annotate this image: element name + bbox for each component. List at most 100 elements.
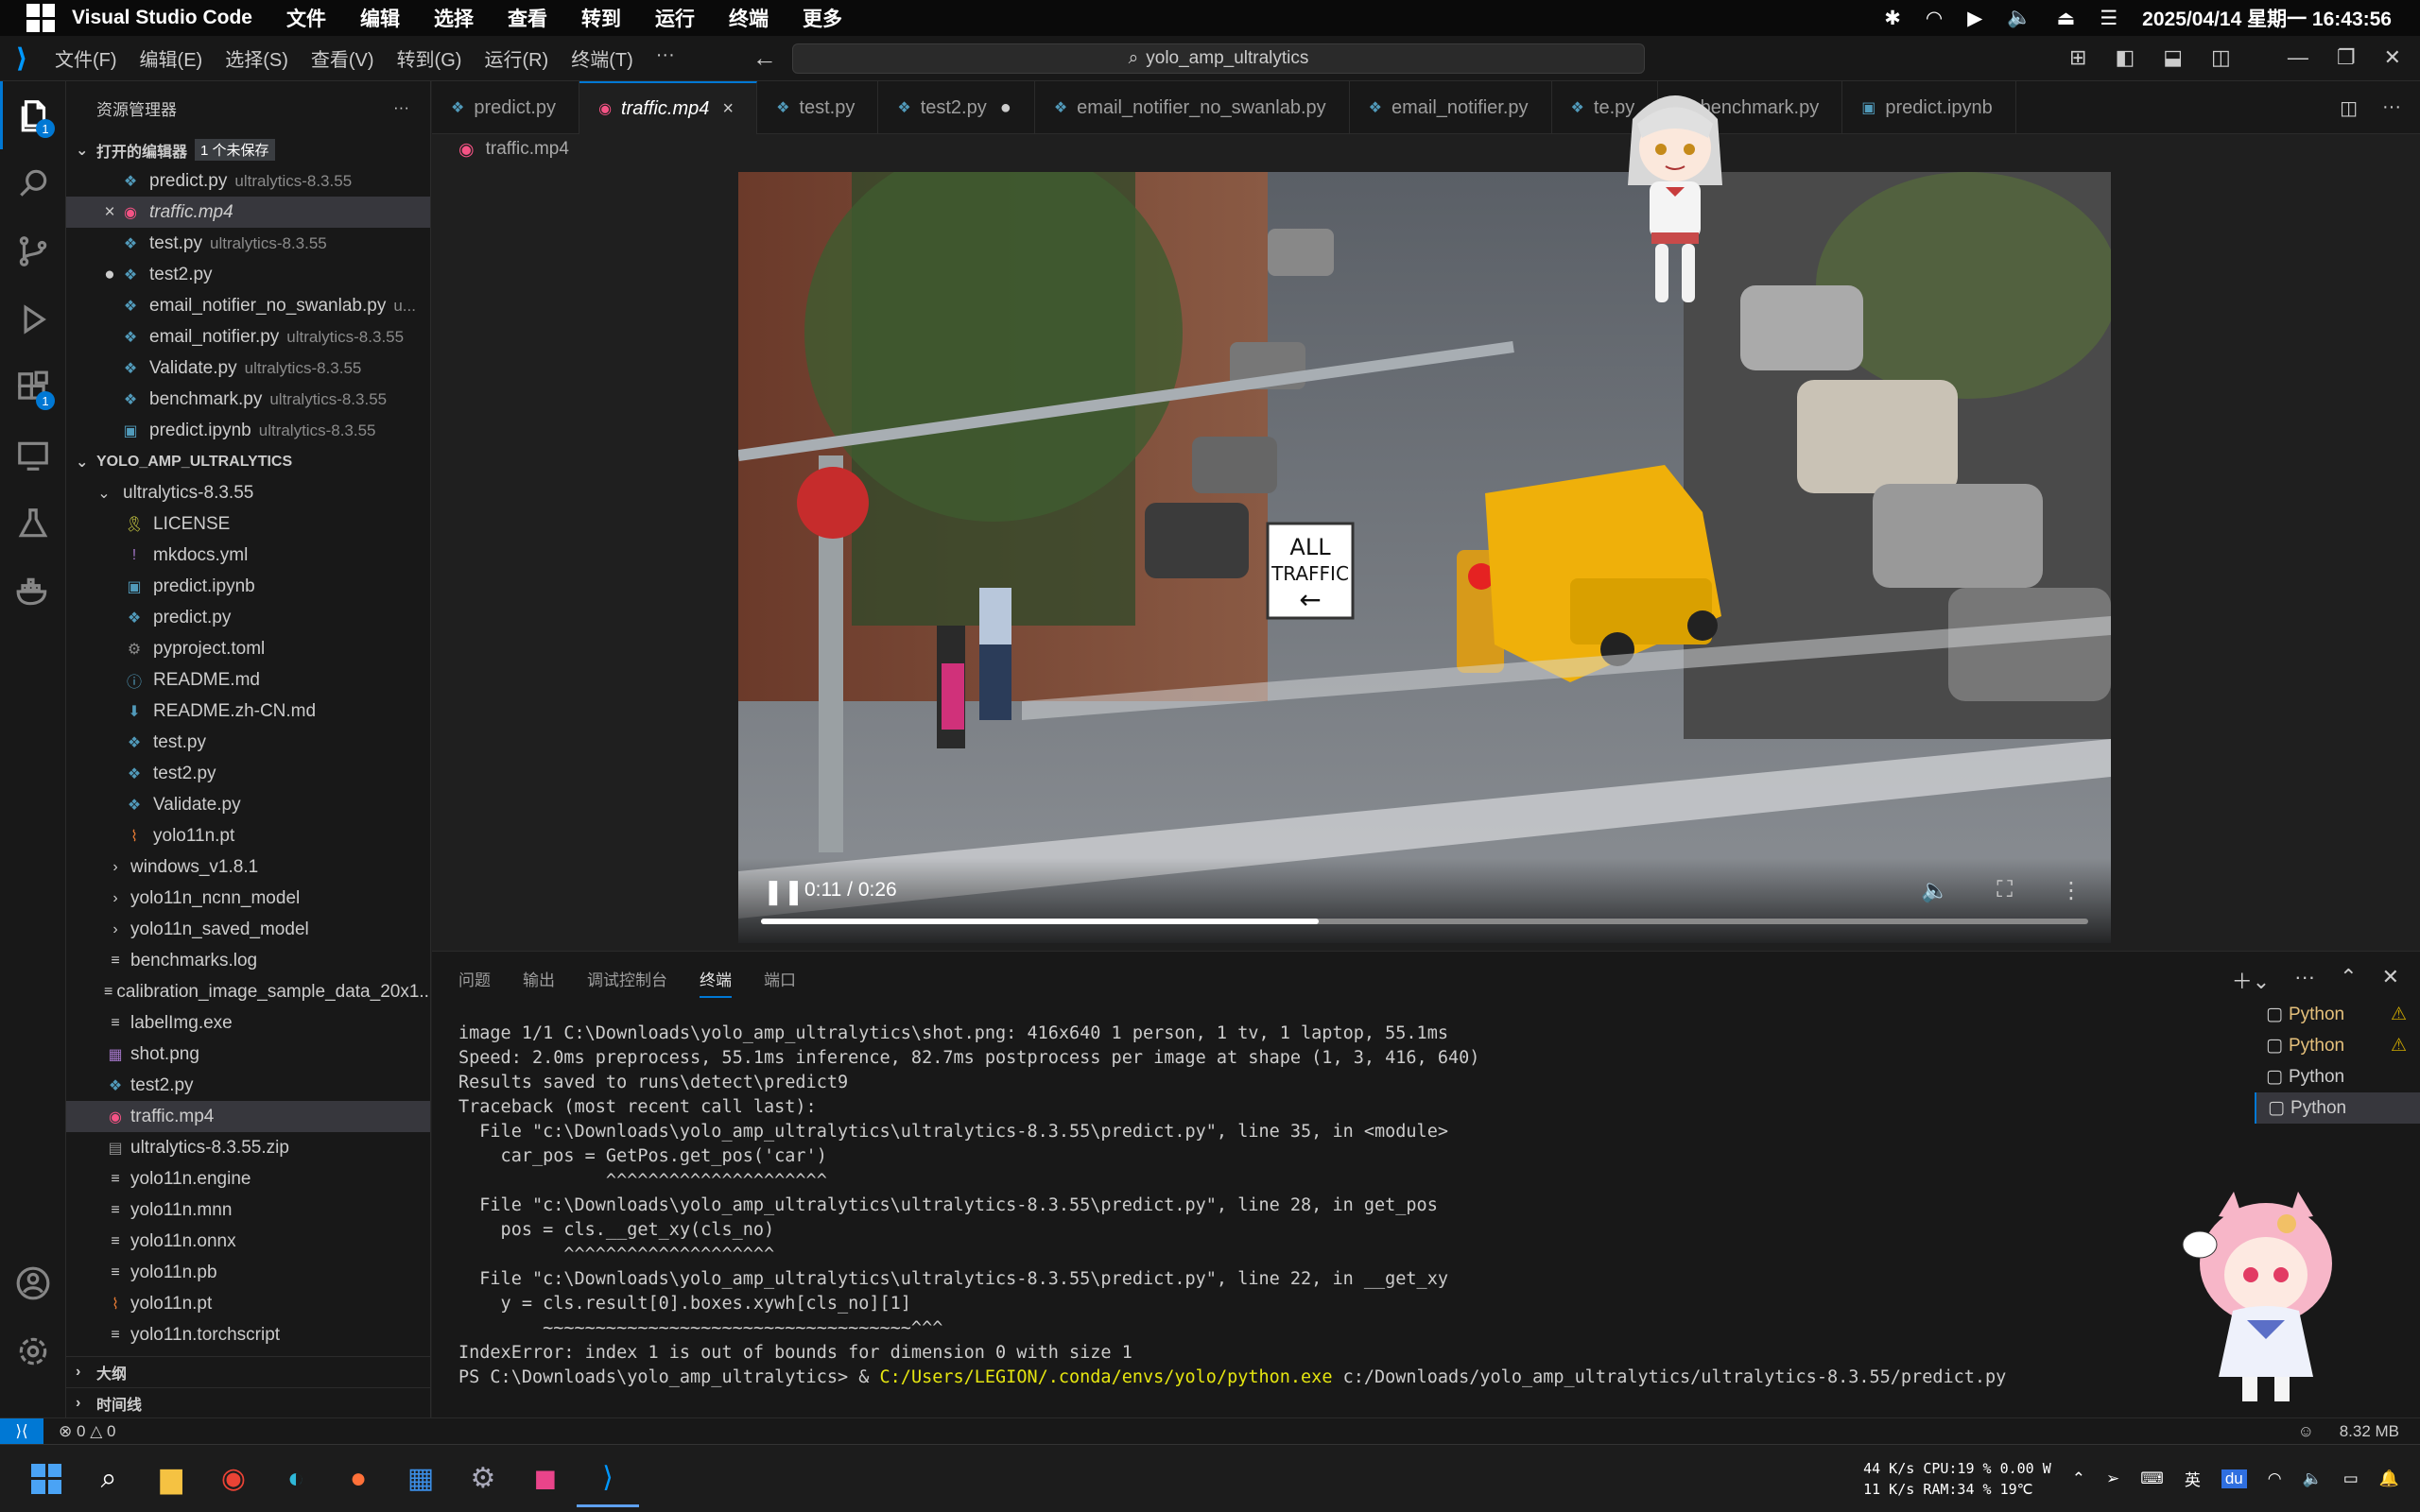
file-item[interactable]: ≡ yolo11n.onnx — [66, 1226, 430, 1257]
bluetooth-icon[interactable]: ✱ — [1884, 7, 1901, 30]
terminal-output[interactable]: image 1/1 C:\Downloads\yolo_amp_ultralyt… — [458, 1022, 2255, 1390]
menu-item[interactable]: 运行(R) — [484, 44, 548, 72]
back-arrow-icon[interactable]: ← — [752, 43, 777, 73]
open-editors-header[interactable]: ⌄ 打开的编辑器 1 个未保存 — [66, 134, 430, 165]
video-player[interactable]: ALL TRAFFIC ← ❚❚ 0:11 / 0:26 🔈 ⛶ ⋮ — [738, 172, 2111, 943]
file-item[interactable]: ⓘ README.md — [66, 664, 430, 696]
terminal-prompt[interactable]: PS C:\Downloads\yolo_amp_ultralytics> & … — [458, 1366, 2255, 1390]
ime-icon[interactable]: 英 — [2185, 1467, 2201, 1490]
file-item[interactable]: 🎗 LICENSE — [66, 508, 430, 540]
minimize-icon[interactable]: — — [2288, 45, 2308, 70]
restore-icon[interactable]: ❐ — [2337, 45, 2356, 70]
file-item[interactable]: ▣ predict.ipynb — [66, 571, 430, 602]
explorer-activity[interactable]: 1 — [0, 81, 66, 149]
datetime[interactable]: 2025/04/14 星期一 16:43:56 — [2142, 4, 2392, 32]
settings-icon[interactable]: ⚙ — [452, 1451, 514, 1507]
battery-icon[interactable]: ▭ — [2343, 1469, 2359, 1488]
open-editor-item[interactable]: ❖ predict.py ultralytics-8.3.55 — [66, 165, 430, 197]
file-explorer-icon[interactable]: ▆ — [140, 1451, 202, 1507]
copilot-icon[interactable]: ☺ — [2298, 1422, 2314, 1440]
command-center-search[interactable]: ⌕ yolo_amp_ultralytics — [792, 43, 1645, 74]
menu-item[interactable]: 文件(F) — [55, 44, 117, 72]
file-item[interactable]: ❖ Validate.py — [66, 789, 430, 820]
toggle-icon[interactable]: ☰ — [2100, 7, 2118, 30]
media-play-icon[interactable]: ▶ — [1967, 7, 1982, 30]
jetbrains-icon[interactable]: ◼ — [514, 1451, 577, 1507]
source-control-activity[interactable] — [0, 217, 66, 285]
accounts-activity[interactable] — [0, 1249, 66, 1317]
close-icon[interactable]: × — [722, 98, 734, 120]
workspace-header[interactable]: ⌄ YOLO_AMP_ULTRALYTICS — [66, 446, 430, 477]
edge-icon[interactable]: ◐ — [265, 1451, 327, 1507]
close-icon[interactable]: × — [100, 202, 119, 223]
file-item[interactable]: ≡ calibration_image_sample_data_20x1... — [66, 976, 430, 1007]
open-editor-item[interactable]: ❖ email_notifier_no_swanlab.py u... — [66, 290, 430, 321]
panel-more-icon[interactable]: ··· — [2294, 965, 2315, 995]
panel-tab[interactable]: 输出 — [523, 967, 555, 990]
editor-tab[interactable]: ❖ test2.py ● — [878, 81, 1035, 134]
start-button[interactable] — [15, 1451, 78, 1507]
editor-tab[interactable]: ❖ email_notifier_no_swanlab.py — [1035, 81, 1350, 134]
volume-icon[interactable]: 🔈 — [1921, 877, 1949, 904]
file-item[interactable]: ≡ yolo11n.mnn — [66, 1194, 430, 1226]
file-item[interactable]: ≡ yolo11n.pb — [66, 1257, 430, 1288]
folder-item[interactable]: › yolo11n_ncnn_model — [66, 883, 430, 914]
menu-item[interactable]: ··· — [656, 44, 675, 72]
outline-header[interactable]: › 大纲 — [66, 1356, 430, 1387]
editor-tab[interactable]: ❖ test.py — [757, 81, 879, 134]
menu-item[interactable]: 编辑(E) — [140, 44, 203, 72]
customize-layout-icon[interactable]: ⊞ — [2069, 45, 2086, 70]
editor-tab[interactable]: ❖ predict.py — [432, 81, 580, 134]
file-item[interactable]: ⚙ pyproject.toml — [66, 633, 430, 664]
taskbar-search-icon[interactable]: ⌕ — [78, 1451, 140, 1507]
file-item[interactable]: ❖ test.py — [66, 727, 430, 758]
editor-tab[interactable]: ▣ predict.ipynb — [1842, 81, 2016, 134]
maximize-panel-icon[interactable]: ⌃ — [2340, 965, 2357, 995]
timeline-header[interactable]: › 时间线 — [66, 1387, 430, 1418]
panel-tab[interactable]: 终端 — [700, 967, 732, 998]
terminal-instance[interactable]: ▢ Python ⚠ — [2255, 999, 2420, 1030]
toggle-sidebar-icon[interactable]: ◧ — [2115, 45, 2135, 70]
menu-item[interactable]: 转到(G) — [397, 44, 462, 72]
folder-item[interactable]: › windows_v1.8.1 — [66, 851, 430, 883]
extensions-activity[interactable]: 1 — [0, 353, 66, 421]
panel-tab[interactable]: 端口 — [764, 967, 796, 990]
send-icon[interactable]: ➢ — [2106, 1469, 2119, 1488]
open-editor-item[interactable]: ❖ test.py ultralytics-8.3.55 — [66, 228, 430, 259]
toggle-panel-icon[interactable]: ⬓ — [2163, 45, 2183, 70]
testing-activity[interactable] — [0, 490, 66, 558]
file-item[interactable]: ! mkdocs.yml — [66, 540, 430, 571]
file-item[interactable]: ≡ labelImg.exe — [66, 1007, 430, 1039]
menu-item[interactable]: 终端(T) — [571, 44, 633, 72]
video-progress-track[interactable] — [761, 919, 2088, 924]
system-menu-item[interactable]: 终端 — [729, 9, 769, 30]
breadcrumb-file[interactable]: traffic.mp4 — [486, 139, 569, 160]
open-editor-item[interactable]: ❖ email_notifier.py ultralytics-8.3.55 — [66, 321, 430, 352]
open-editor-item[interactable]: ▣ predict.ipynb ultralytics-8.3.55 — [66, 415, 430, 446]
file-item[interactable]: ❖ test2.py — [66, 1070, 430, 1101]
docker-activity[interactable] — [0, 558, 66, 626]
more-vertical-icon[interactable]: ⋮ — [2060, 877, 2083, 904]
file-item[interactable]: ⬇ README.zh-CN.md — [66, 696, 430, 727]
keyboard-icon[interactable]: ⌨ — [2140, 1469, 2164, 1488]
terminal-instance[interactable]: ▢ Python — [2255, 1061, 2420, 1092]
store-icon[interactable]: ▦ — [389, 1451, 452, 1507]
split-editor-icon[interactable]: ◫ — [2340, 96, 2358, 120]
terminal-instance[interactable]: ▢ Python ⚠ — [2255, 1030, 2420, 1061]
file-item[interactable]: ⌇ yolo11n.pt — [66, 1288, 430, 1319]
system-menu-item[interactable]: 文件 — [286, 9, 326, 30]
new-terminal-icon[interactable]: ＋⌄ — [2232, 965, 2270, 995]
menu-item[interactable]: 选择(S) — [225, 44, 288, 72]
remote-indicator-icon[interactable]: ⟩⟨ — [0, 1418, 43, 1445]
close-window-icon[interactable]: ✕ — [2384, 45, 2401, 70]
wifi-tray-icon[interactable]: ◠ — [2268, 1469, 2282, 1488]
open-editor-item[interactable]: ● ❖ test2.py — [66, 259, 430, 290]
baidu-icon[interactable]: du — [2221, 1469, 2247, 1488]
file-item[interactable]: ▦ shot.png — [66, 1039, 430, 1070]
close-panel-icon[interactable]: ✕ — [2382, 965, 2399, 995]
vscode-taskbar-icon[interactable]: ⟩ — [577, 1451, 639, 1507]
folder-item[interactable]: › yolo11n_saved_model — [66, 914, 430, 945]
folder-ultralytics[interactable]: ⌄ ultralytics-8.3.55 — [66, 477, 430, 508]
file-item[interactable]: ❖ test2.py — [66, 758, 430, 789]
remote-explorer-activity[interactable] — [0, 421, 66, 490]
